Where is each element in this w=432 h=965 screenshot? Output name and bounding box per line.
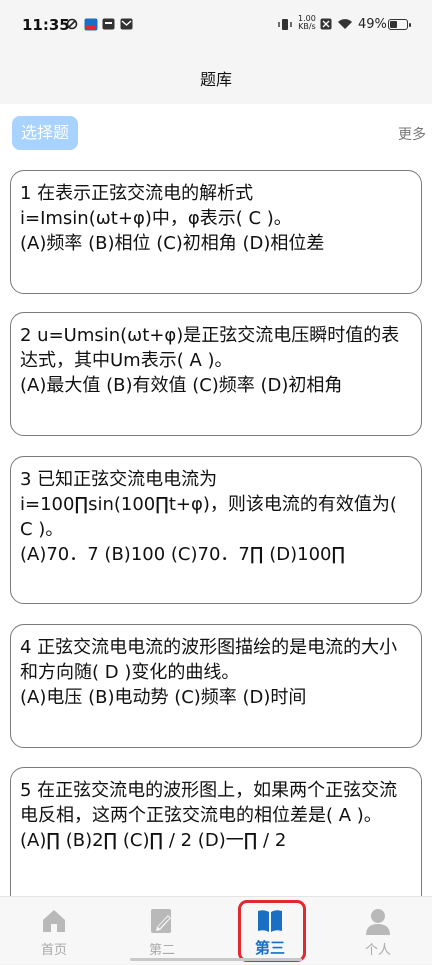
question-card[interactable]: 5 在正弦交流电的波形图上，如果两个正弦交流电反相，这两个正弦交流电的相位差是(… <box>10 767 422 896</box>
page-title: 题库 <box>199 70 232 89</box>
wallet-icon <box>102 18 115 33</box>
tab-profile[interactable]: 个人 <box>324 897 432 965</box>
sync-icon <box>66 18 78 33</box>
category-chip-choice[interactable]: 选择题 <box>12 116 78 150</box>
battery-percent: 49% <box>358 17 387 32</box>
home-icon <box>40 907 68 935</box>
question-text: 4 正弦交流电电流的波形图描绘的是电流的大小和方向随( D )变化的曲线。 (A… <box>20 637 398 708</box>
tab-second[interactable]: 第二 <box>108 897 216 965</box>
vibrate-icon <box>278 18 292 34</box>
question-text: 5 在正弦交流电的波形图上，如果两个正弦交流电反相，这两个正弦交流电的相位差是(… <box>20 780 398 851</box>
question-card[interactable]: 2 u=Umsin(ωt+φ)是正弦交流电压瞬时值的表达式，其中Um表示( A … <box>10 312 422 436</box>
tab-home[interactable]: 首页 <box>0 897 108 965</box>
category-row: 选择题 更多 <box>0 104 432 162</box>
question-text: 3 已知正弦交流电电流为 i=100∏sin(100∏t+φ)，则该电流的有效值… <box>20 469 397 565</box>
app-badge-icon <box>84 18 98 34</box>
status-time: 11:35 <box>22 16 70 34</box>
app-header: 题库 <box>0 52 432 104</box>
tab-third[interactable]: 第三 <box>216 897 324 965</box>
book-icon <box>256 907 284 935</box>
home-indicator[interactable] <box>130 958 302 961</box>
question-card[interactable]: 3 已知正弦交流电电流为 i=100∏sin(100∏t+φ)，则该电流的有效值… <box>10 456 422 604</box>
edit-document-icon <box>148 907 176 935</box>
tab-label: 首页 <box>40 943 67 958</box>
question-text: 2 u=Umsin(ωt+φ)是正弦交流电压瞬时值的表达式，其中Um表示( A … <box>20 325 400 396</box>
wifi-icon <box>337 18 353 33</box>
tab-label: 第二 <box>148 943 175 958</box>
question-list[interactable]: 1 在表示正弦交流电的解析式 i=Imsin(ωt+φ)中，φ表示( C )。 … <box>0 162 432 896</box>
person-icon <box>364 907 392 935</box>
tab-label: 个人 <box>364 943 391 958</box>
battery-icon <box>388 19 411 30</box>
bottom-tab-bar: 首页 第二 第三 个人 <box>0 896 432 964</box>
question-card[interactable]: 4 正弦交流电电流的波形图描绘的是电流的大小和方向随( D )变化的曲线。 (A… <box>10 624 422 748</box>
network-speed-unit: KB/s <box>298 22 316 31</box>
nfc-icon <box>320 18 332 33</box>
mail-icon <box>120 18 133 33</box>
question-text: 1 在表示正弦交流电的解析式 i=Imsin(ωt+φ)中，φ表示( C )。 … <box>20 183 325 254</box>
tab-label: 第三 <box>254 939 285 957</box>
more-link[interactable]: 更多 <box>398 124 426 144</box>
network-speed: 1.00 KB/s <box>298 15 316 31</box>
status-bar: 11:35 1.00 KB/s 49% <box>0 0 432 52</box>
question-card[interactable]: 1 在表示正弦交流电的解析式 i=Imsin(ωt+φ)中，φ表示( C )。 … <box>10 170 422 294</box>
